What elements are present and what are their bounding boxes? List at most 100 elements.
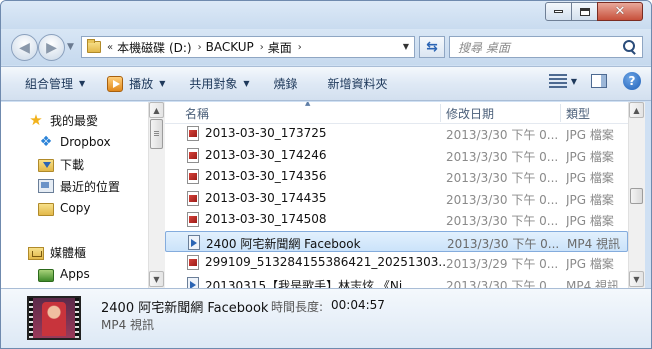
sidebar-item-downloads[interactable]: 下載 bbox=[38, 153, 84, 175]
sidebar-item-libraries[interactable]: 媒體櫃 bbox=[28, 241, 86, 263]
scroll-up-icon[interactable]: ▲ bbox=[629, 102, 644, 118]
sidebar-item-dropbox[interactable]: ❖ Dropbox bbox=[38, 131, 111, 153]
download-folder-icon bbox=[38, 158, 54, 172]
file-type: MP4 視訊 bbox=[566, 278, 620, 289]
breadcrumb-backup[interactable]: BACKUP bbox=[206, 40, 254, 54]
column-date[interactable]: 修改日期 bbox=[446, 105, 494, 122]
maximize-button[interactable] bbox=[571, 2, 598, 21]
minimize-button[interactable] bbox=[545, 2, 572, 21]
refresh-button[interactable]: ⇆ bbox=[419, 36, 445, 58]
video-thumbnail bbox=[27, 296, 81, 340]
maximize-icon bbox=[579, 7, 590, 16]
file-row[interactable]: 2013-03-30_174508 2013/3/30 下午 0... JPG 檔案 bbox=[165, 209, 628, 230]
sidebar-item-label: 下載 bbox=[60, 157, 85, 172]
file-type: JPG 檔案 bbox=[566, 128, 614, 142]
file-name: 2013-03-30_174435 bbox=[205, 190, 327, 205]
folder-icon bbox=[87, 39, 101, 53]
sidebar-item-copy[interactable]: Copy bbox=[38, 197, 90, 219]
forward-button[interactable]: ▶ bbox=[38, 34, 65, 61]
play-button[interactable]: 播放 ▼ bbox=[99, 72, 173, 96]
file-name: 2013-03-30_174246 bbox=[205, 147, 327, 162]
folder-icon bbox=[38, 202, 54, 216]
file-type: JPG 檔案 bbox=[566, 149, 614, 164]
breadcrumb-overflow[interactable]: « bbox=[107, 42, 113, 53]
share-label: 共用對象 bbox=[189, 77, 238, 91]
file-type: JPG 檔案 bbox=[566, 192, 614, 207]
command-bar: 組合管理 ▼ 播放 ▼ 共用對象 ▼ 燒錄 新增資料夾 ▼ ? bbox=[1, 66, 651, 101]
new-folder-button[interactable]: 新增資料夾 bbox=[320, 72, 396, 96]
file-row[interactable]: 2013-03-30_174435 2013/3/30 下午 0... JPG 檔案 bbox=[165, 188, 628, 209]
details-pane: 2400 阿宅新聞網 Facebook 時間長度: 00:04:57 MP4 視… bbox=[1, 288, 651, 348]
sidebar-item-favorites[interactable]: ★ 我的最愛 bbox=[28, 109, 98, 131]
breadcrumb-desktop[interactable]: 桌面 bbox=[268, 39, 292, 56]
search-box[interactable]: 搜尋 桌面 bbox=[449, 36, 643, 58]
address-bar[interactable]: « 本機磁碟 (D:) › BACKUP › 桌面 › ▼ bbox=[81, 36, 415, 58]
scroll-up-icon[interactable]: ▲ bbox=[149, 102, 164, 118]
file-row[interactable]: 20130315【我是歌手】林志炫 《Ni... 2013/3/30 下午 0..… bbox=[165, 274, 628, 289]
column-type[interactable]: 類型 bbox=[566, 105, 590, 122]
breadcrumb-separator[interactable]: › bbox=[198, 42, 202, 53]
scroll-thumb[interactable] bbox=[150, 119, 163, 149]
file-date: 2013/3/30 下午 0... bbox=[446, 192, 558, 207]
file-row[interactable]: 2013-03-30_174246 2013/3/30 下午 0... JPG 檔案 bbox=[165, 145, 628, 166]
file-name: 2013-03-30_174356 bbox=[205, 169, 327, 183]
column-divider[interactable] bbox=[440, 104, 441, 122]
navigation-pane-scrollbar[interactable]: ▲ ▼ bbox=[148, 102, 165, 288]
file-date: 2013/3/30 下午 0... bbox=[446, 278, 558, 289]
view-options-icon[interactable] bbox=[548, 74, 567, 88]
address-dropdown-icon[interactable]: ▼ bbox=[403, 42, 409, 51]
dropbox-icon: ❖ bbox=[39, 134, 53, 150]
share-button[interactable]: 共用對象 ▼ bbox=[181, 72, 257, 96]
column-divider[interactable] bbox=[560, 104, 561, 122]
arrow-right-icon: ▶ bbox=[46, 39, 57, 56]
organize-button[interactable]: 組合管理 ▼ bbox=[17, 72, 93, 96]
burn-button[interactable]: 燒錄 bbox=[266, 72, 306, 96]
help-icon[interactable]: ? bbox=[623, 72, 641, 90]
file-row[interactable]: 2013-03-30_174356 2013/3/30 下午 0... JPG 檔案 bbox=[165, 166, 628, 187]
close-icon: ✕ bbox=[614, 4, 626, 19]
file-row[interactable]: 2400 阿宅新聞網 Facebook 2013/3/30 下午 0... MP4 … bbox=[165, 230, 628, 252]
back-button[interactable]: ◀ bbox=[11, 34, 38, 61]
scroll-down-icon[interactable]: ▼ bbox=[629, 271, 644, 287]
file-list-scrollbar[interactable]: ▲ ▼ bbox=[628, 102, 645, 288]
video-file-icon bbox=[188, 234, 200, 250]
scroll-thumb[interactable] bbox=[630, 188, 643, 204]
breadcrumb-separator[interactable]: › bbox=[260, 42, 264, 53]
file-date: 2013/3/29 下午 0... bbox=[446, 257, 558, 271]
breadcrumb-separator[interactable]: › bbox=[298, 42, 302, 53]
scroll-down-icon[interactable]: ▼ bbox=[149, 271, 164, 287]
file-type: JPG 檔案 bbox=[566, 214, 614, 228]
file-name: 2013-03-30_173725 bbox=[205, 126, 327, 140]
file-date: 2013/3/30 下午 0... bbox=[446, 128, 558, 142]
play-label: 播放 bbox=[129, 77, 154, 91]
image-file-icon bbox=[187, 126, 199, 141]
caret-down-icon: ▼ bbox=[159, 79, 166, 88]
sidebar-item-label: Apps bbox=[60, 267, 90, 281]
column-name[interactable]: 名稱 bbox=[185, 105, 209, 122]
file-name: 2400 阿宅新聞網 Facebook bbox=[206, 236, 361, 251]
library-icon bbox=[28, 246, 44, 260]
sidebar-item-recent[interactable]: 最近的位置 bbox=[38, 175, 120, 197]
burn-label: 燒錄 bbox=[273, 77, 298, 91]
file-date: 2013/3/30 下午 0... bbox=[446, 171, 558, 185]
title-bar: ✕ bbox=[1, 1, 651, 29]
caret-down-icon[interactable]: ▼ bbox=[571, 77, 577, 86]
search-input[interactable]: 搜尋 桌面 bbox=[458, 39, 620, 56]
breadcrumb-drive[interactable]: 本機磁碟 (D:) bbox=[117, 39, 191, 56]
file-row[interactable]: 2013-03-30_173725 2013/3/30 下午 0... JPG 檔案 bbox=[165, 123, 628, 144]
sidebar-item-label: 最近的位置 bbox=[60, 179, 121, 194]
sidebar-item-apps[interactable]: Apps bbox=[38, 263, 90, 285]
image-file-icon bbox=[187, 169, 199, 184]
thumbnail-person bbox=[42, 302, 66, 336]
preview-pane-icon[interactable] bbox=[591, 74, 607, 88]
details-file-type: MP4 視訊 bbox=[101, 318, 155, 332]
caret-down-icon: ▼ bbox=[243, 79, 250, 88]
file-row[interactable]: 299109_513284155386421_20251303... 2013/3… bbox=[165, 252, 628, 273]
sidebar-item-label: 我的最愛 bbox=[50, 113, 99, 128]
minimize-icon bbox=[554, 10, 563, 13]
close-button[interactable]: ✕ bbox=[597, 2, 643, 21]
file-date: 2013/3/30 下午 0... bbox=[447, 236, 559, 251]
search-icon[interactable] bbox=[620, 38, 638, 56]
image-file-icon bbox=[187, 190, 199, 206]
recent-pages-dropdown[interactable]: ▼ bbox=[67, 42, 74, 52]
